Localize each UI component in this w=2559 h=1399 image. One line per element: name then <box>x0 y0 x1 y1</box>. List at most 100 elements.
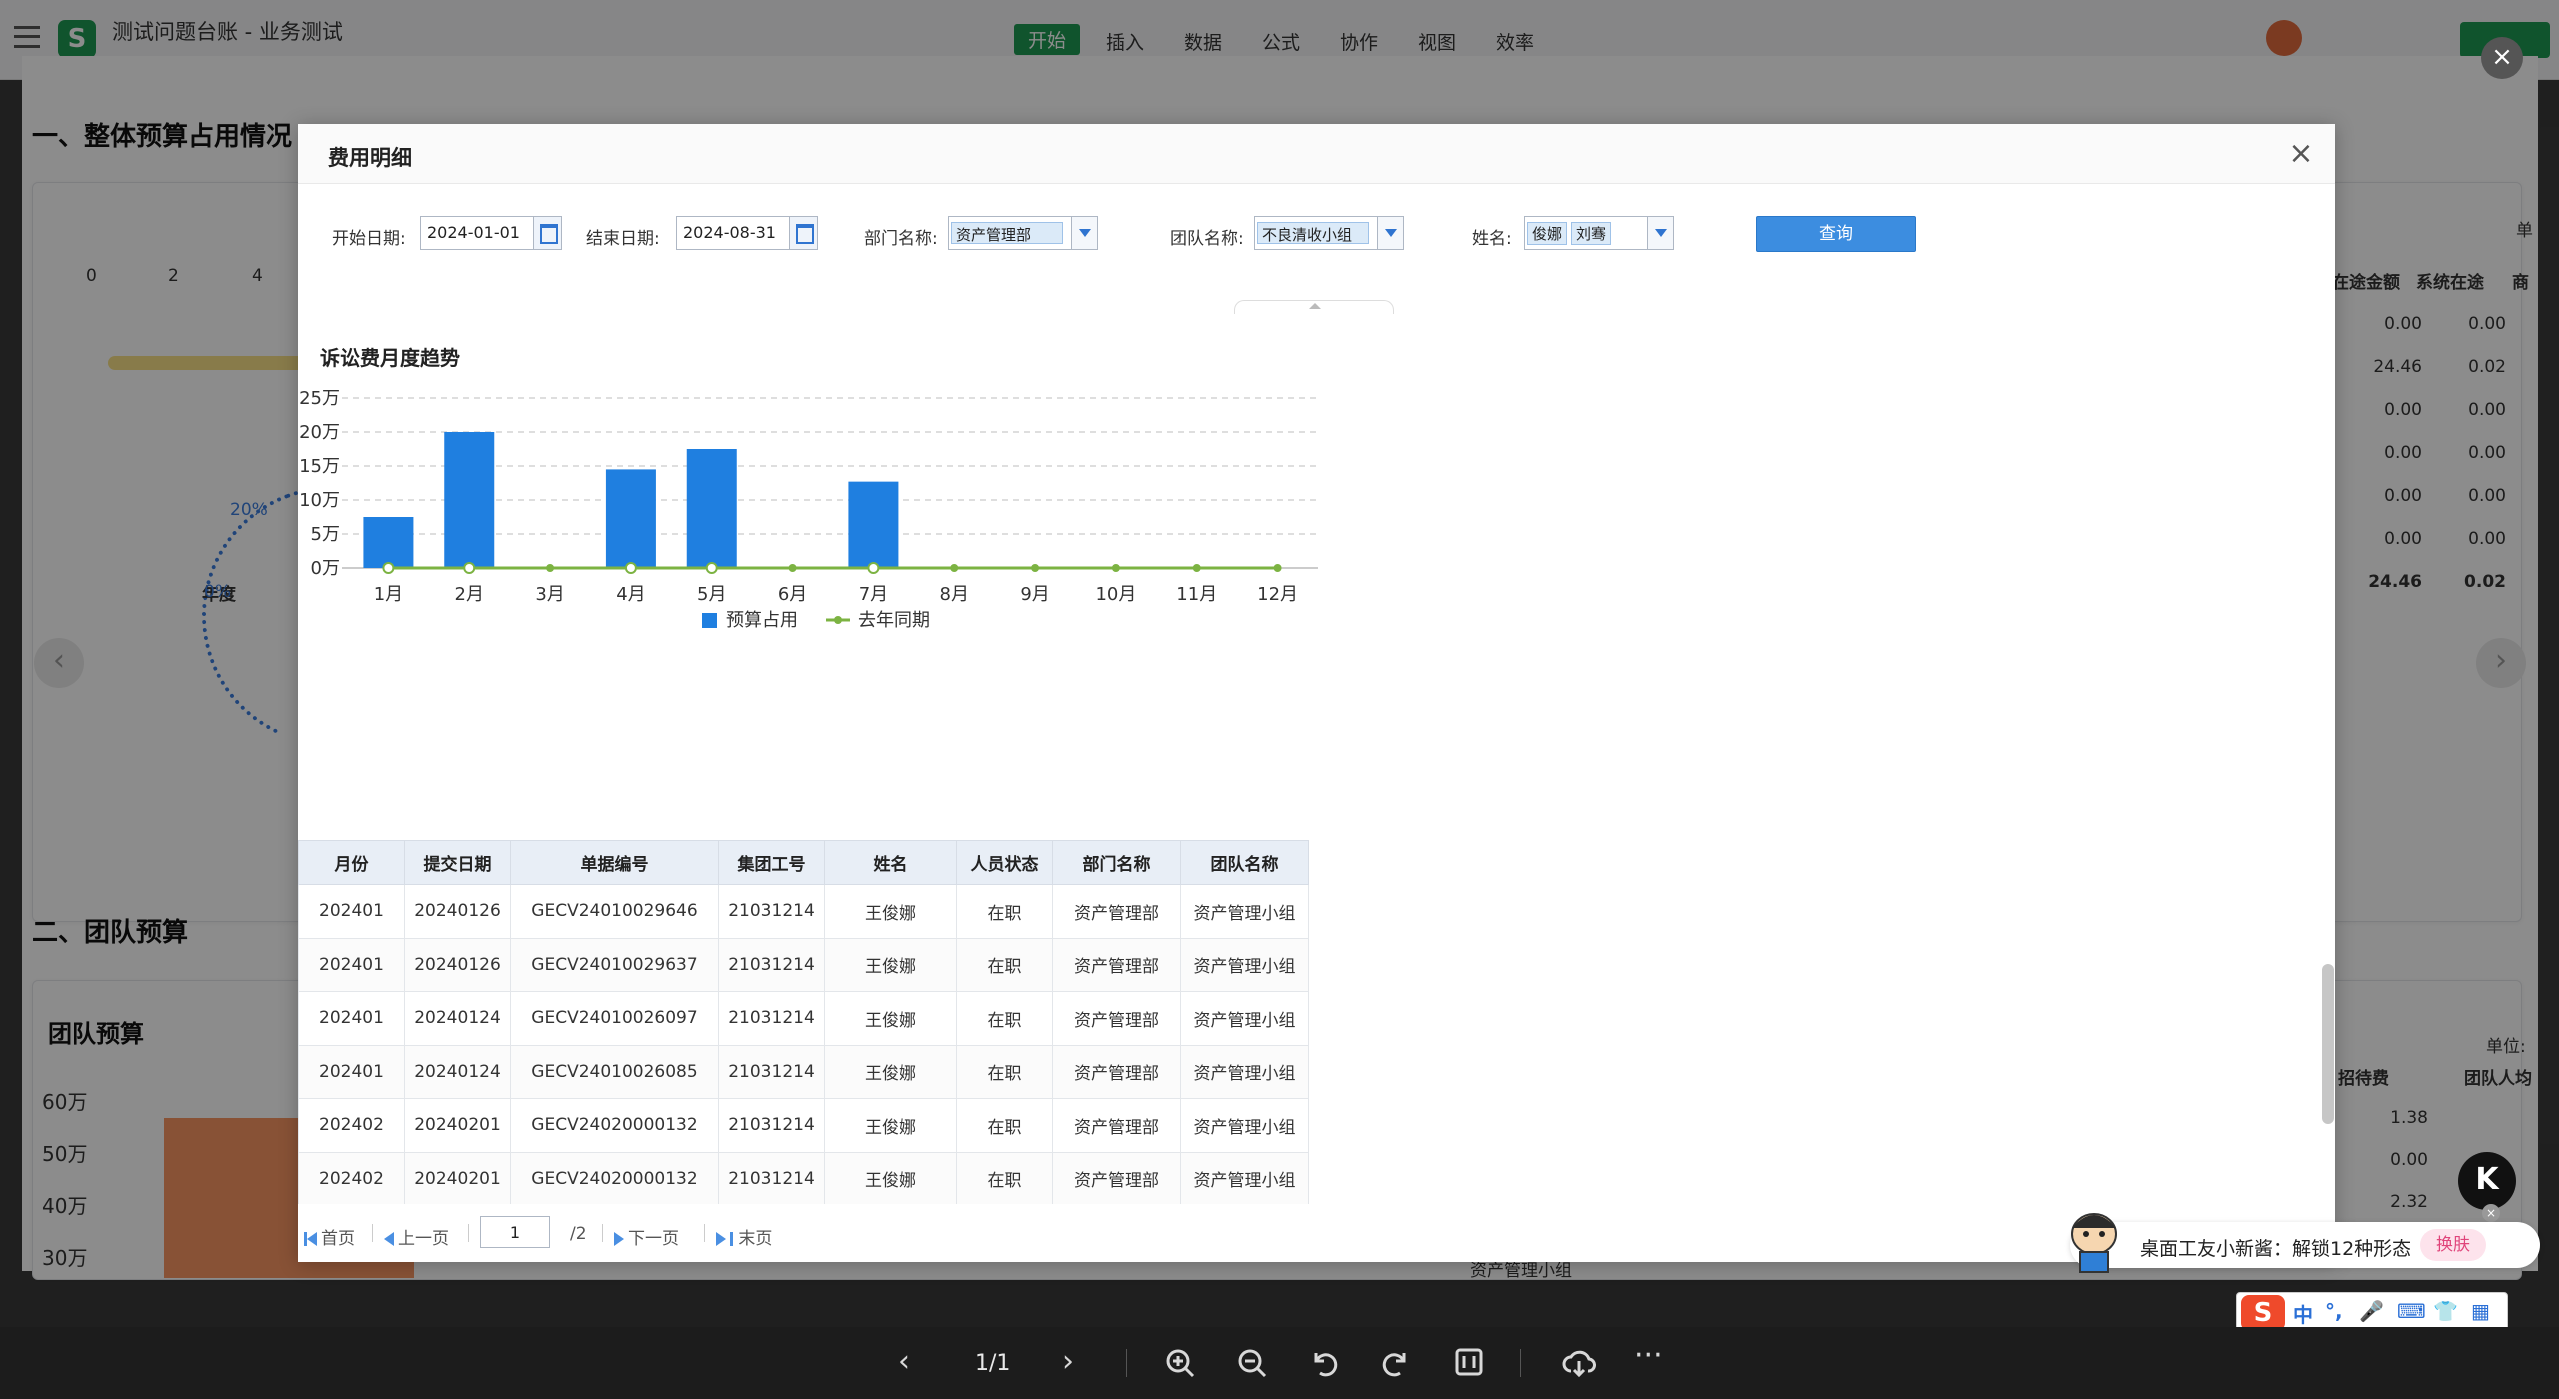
download-icon[interactable] <box>1562 1347 1596 1379</box>
ime-skin-icon[interactable]: 👕 <box>2433 1299 2458 1323</box>
chevron-right-icon[interactable]: › <box>1062 1347 1074 1377</box>
table-cell: 在职 <box>956 1151 1053 1206</box>
y-tick-label: 10万 <box>299 490 340 511</box>
legend-label: 去年同期 <box>858 610 930 631</box>
toolbar-divider <box>1126 1349 1127 1377</box>
table-cell: 资产管理小组 <box>1180 937 1309 992</box>
x-tick-label: 11月 <box>1176 584 1217 605</box>
next-page-button[interactable]: 下一页 <box>614 1224 679 1249</box>
column-header[interactable]: 月份 <box>298 840 405 885</box>
ime-grid-icon[interactable]: ▦ <box>2471 1299 2490 1323</box>
zoom-out-icon[interactable] <box>1236 1347 1268 1379</box>
line-point-6 <box>788 564 797 572</box>
end-date-value: 2024-08-31 <box>683 223 776 242</box>
x-tick-label: 10月 <box>1095 584 1136 605</box>
rotate-left-icon[interactable] <box>1308 1347 1340 1379</box>
query-button[interactable]: 查询 <box>1756 216 1916 252</box>
table-cell: 21031214 <box>718 937 825 992</box>
table-cell: 21031214 <box>718 884 825 939</box>
bar-4 <box>605 469 656 568</box>
end-date-input[interactable]: 2024-08-31 <box>676 216 818 250</box>
table-cell: 20240124 <box>404 991 511 1046</box>
table-cell: 王俊娜 <box>824 1151 957 1206</box>
name-chip[interactable]: 俊娜 <box>1527 222 1568 245</box>
rotate-right-icon[interactable] <box>1380 1347 1412 1379</box>
table-cell: 在职 <box>956 991 1053 1046</box>
ime-voice-icon[interactable]: 🎤 <box>2359 1299 2384 1323</box>
chevron-down-icon[interactable] <box>1071 217 1097 249</box>
modal-title: 费用明细 <box>328 146 412 170</box>
table-cell: 资产管理小组 <box>1180 1044 1309 1099</box>
column-header[interactable]: 部门名称 <box>1052 840 1181 885</box>
vertical-scrollbar[interactable] <box>2322 964 2334 1124</box>
k-assistant-icon[interactable]: K <box>2458 1152 2516 1210</box>
close-icon[interactable]: × <box>2481 37 2523 79</box>
table-cell: GECV24010026085 <box>510 1044 719 1099</box>
ime-mode-icon[interactable]: 中 <box>2293 1299 2313 1328</box>
name-select[interactable]: 俊娜 刘骞 <box>1524 216 1674 250</box>
name-chip[interactable]: 刘骞 <box>1571 222 1612 245</box>
table-row[interactable]: 202402 20240201 GECV24020000132 21031214 王俊娜… <box>298 1151 1309 1206</box>
chevron-down-icon[interactable] <box>1377 217 1403 249</box>
modal-header: 费用明细 × <box>298 124 2335 184</box>
page-number-input[interactable]: 1 <box>480 1216 550 1248</box>
line-point-12 <box>1273 564 1282 572</box>
dept-value: 资产管理部 <box>951 222 1063 244</box>
column-header[interactable]: 提交日期 <box>404 840 511 885</box>
change-skin-button[interactable]: 换肤 <box>2420 1229 2486 1261</box>
line-point-3 <box>546 564 555 572</box>
table-cell: 20240126 <box>404 884 511 939</box>
table-cell: GECV24020000132 <box>510 1098 719 1153</box>
table-row[interactable]: 202402 20240201 GECV24020000132 21031214 王俊娜… <box>298 1098 1309 1153</box>
ime-keyboard-icon[interactable]: ⌨ <box>2397 1299 2426 1323</box>
next-page-label: 下一页 <box>628 1229 679 1249</box>
actual-size-icon[interactable] <box>1454 1347 1484 1377</box>
column-header[interactable]: 人员状态 <box>956 840 1053 885</box>
team-select[interactable]: 不良清收小组 <box>1254 216 1404 250</box>
toast-message: 桌面工友小新酱：解锁12种形态 <box>2140 1238 2410 1260</box>
chevron-left-icon[interactable]: ‹ <box>898 1347 910 1377</box>
table-row[interactable]: 202401 20240124 GECV24010026097 21031214 王俊娜… <box>298 991 1309 1046</box>
chevron-down-icon[interactable] <box>1647 217 1673 249</box>
table-cell: GECV24010029646 <box>510 884 719 939</box>
desktop-pet-toast[interactable]: 桌面工友小新酱：解锁12种形态 换肤 <box>2070 1213 2540 1273</box>
prev-page-label: 上一页 <box>398 1229 449 1249</box>
prev-page-icon <box>384 1232 394 1246</box>
legend-swatch-last-year-dot <box>834 616 842 624</box>
viewer-toolbar: ‹ 1/1 › ··· <box>0 1327 2559 1399</box>
more-icon[interactable]: ··· <box>1634 1341 1663 1371</box>
ime-logo[interactable]: S <box>2241 1295 2285 1331</box>
table-cell: 资产管理小组 <box>1180 1151 1309 1206</box>
zoom-in-icon[interactable] <box>1164 1347 1196 1379</box>
ime-punctuation-icon[interactable]: °, <box>2325 1299 2343 1323</box>
y-tick-label: 5万 <box>311 524 340 545</box>
ime-toolbar: S 中 °, 🎤 ⌨ 👕 ▦ <box>2236 1292 2508 1332</box>
column-header[interactable]: 集团工号 <box>718 840 825 885</box>
last-page-button[interactable]: 末页 <box>716 1224 772 1249</box>
table-cell: 202402 <box>298 1098 405 1153</box>
table-row[interactable]: 202401 20240126 GECV24010029637 21031214 王俊娜… <box>298 937 1309 992</box>
table-cell: 202401 <box>298 884 405 939</box>
table-cell: 王俊娜 <box>824 937 957 992</box>
pagination: 首页 上一页 1 /2 下一页 末页 <box>298 1204 2335 1262</box>
column-header[interactable]: 团队名称 <box>1180 840 1309 885</box>
x-tick-label: 5月 <box>697 584 726 605</box>
modal-close-icon[interactable]: × <box>2281 134 2321 174</box>
x-tick-label: 9月 <box>1020 584 1049 605</box>
line-point-1 <box>382 562 395 574</box>
table-cell: 21031214 <box>718 1098 825 1153</box>
dept-select[interactable]: 资产管理部 <box>948 216 1098 250</box>
calendar-icon[interactable] <box>789 217 817 249</box>
table-row[interactable]: 202401 20240126 GECV24010029646 21031214 王俊娜… <box>298 884 1309 939</box>
prev-page-button[interactable]: 上一页 <box>384 1224 449 1249</box>
close-icon[interactable]: × <box>2482 1204 2500 1222</box>
column-header[interactable]: 单据编号 <box>510 840 719 885</box>
table-row[interactable]: 202401 20240124 GECV24010026085 21031214 王俊娜… <box>298 1044 1309 1099</box>
column-header[interactable]: 姓名 <box>824 840 957 885</box>
start-date-label: 开始日期: <box>332 229 406 249</box>
calendar-icon[interactable] <box>533 217 561 249</box>
table-cell: 在职 <box>956 937 1053 992</box>
first-page-button[interactable]: 首页 <box>304 1224 355 1249</box>
start-date-input[interactable]: 2024-01-01 <box>420 216 562 250</box>
table-cell: 资产管理小组 <box>1180 991 1309 1046</box>
